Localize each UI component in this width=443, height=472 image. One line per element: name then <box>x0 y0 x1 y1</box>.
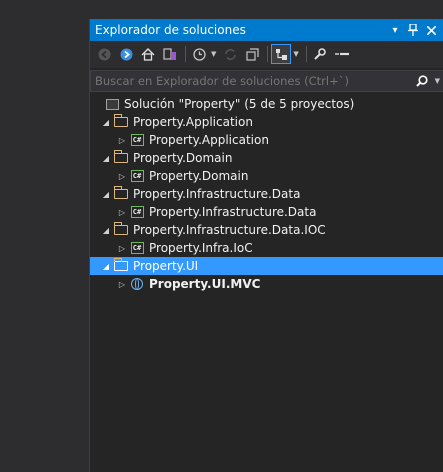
project-label: Property.Infrastructure.Data <box>149 205 317 219</box>
tree-solution-node[interactable]: Solución "Property" (5 de 5 proyectos) <box>90 95 443 113</box>
solution-tree: Solución "Property" (5 de 5 proyectos) ◢… <box>90 95 443 293</box>
folder-label: Property.Infrastructure.Data.IOC <box>133 223 326 237</box>
collapsed-arrow-icon[interactable]: ▷ <box>115 205 129 219</box>
tree-project-node[interactable]: ▷ C# Property.Infra.IoC <box>90 239 443 257</box>
search-options-dropdown-icon[interactable]: ▼ <box>435 77 440 85</box>
pin-icon[interactable] <box>406 23 420 37</box>
panel-titlebar: Explorador de soluciones ▾ <box>90 19 443 41</box>
close-icon[interactable] <box>424 23 438 37</box>
switch-views-icon[interactable] <box>160 44 180 64</box>
expanded-arrow-icon[interactable]: ◢ <box>99 223 113 237</box>
solution-label: Solución "Property" (5 de 5 proyectos) <box>124 97 355 111</box>
show-all-files-dropdown-icon[interactable]: ▼ <box>293 50 298 58</box>
expanded-arrow-icon[interactable]: ◢ <box>99 115 113 129</box>
folder-icon <box>113 186 129 201</box>
csharp-project-icon: C# <box>129 169 145 183</box>
tree-folder-node[interactable]: ◢ Property.Domain <box>90 149 443 167</box>
tree-folder-node[interactable]: ◢ Property.Infrastructure.Data.IOC <box>90 221 443 239</box>
tree-folder-node[interactable]: ◢ Property.Application <box>90 113 443 131</box>
expanded-arrow-icon[interactable]: ◢ <box>99 187 113 201</box>
home-icon[interactable] <box>138 44 158 64</box>
folder-icon <box>113 222 129 237</box>
toolbar-separator <box>267 46 269 62</box>
solution-icon <box>104 97 120 111</box>
collapsed-arrow-icon[interactable]: ▷ <box>115 169 129 183</box>
collapsed-arrow-icon[interactable]: ▷ <box>115 277 129 291</box>
panel-toolbar: ▼ ▼ <box>90 41 443 68</box>
tree-folder-node-selected[interactable]: ◢ Property.UI <box>90 257 443 275</box>
solution-explorer-panel: Explorador de soluciones ▾ ▼ ▼ Buscar en… <box>89 19 443 472</box>
history-dropdown-icon[interactable]: ▼ <box>211 50 216 58</box>
collapsed-arrow-icon[interactable]: ▷ <box>115 133 129 147</box>
tree-project-node[interactable]: ▷ C# Property.Infrastructure.Data <box>90 203 443 221</box>
tree-folder-node[interactable]: ◢ Property.Infrastructure.Data <box>90 185 443 203</box>
toolbar-separator <box>305 46 307 62</box>
web-project-icon <box>129 277 145 291</box>
project-label: Property.Application <box>149 133 269 147</box>
folder-label: Property.Infrastructure.Data <box>133 187 301 201</box>
forward-icon[interactable] <box>116 44 136 64</box>
dropdown-arrow-icon[interactable]: ▾ <box>388 23 402 37</box>
folder-icon <box>113 114 129 129</box>
collapse-all-icon[interactable] <box>242 44 262 64</box>
sync-icon[interactable] <box>220 44 240 64</box>
expanded-arrow-icon[interactable]: ◢ <box>99 151 113 165</box>
collapsed-arrow-icon[interactable]: ▷ <box>115 241 129 255</box>
search-box: ▼ <box>90 70 443 92</box>
back-icon[interactable] <box>94 44 114 64</box>
csharp-project-icon: C# <box>129 241 145 255</box>
folder-icon <box>113 258 129 273</box>
show-all-files-icon[interactable] <box>271 44 292 64</box>
panel-title: Explorador de soluciones <box>95 23 246 37</box>
properties-icon[interactable] <box>310 44 330 64</box>
folder-icon <box>113 150 129 165</box>
csharp-project-icon: C# <box>129 205 145 219</box>
folder-label: Property.UI <box>133 259 199 273</box>
expanded-arrow-icon[interactable]: ◢ <box>99 259 113 273</box>
csharp-project-icon: C# <box>129 133 145 147</box>
tree-project-node[interactable]: ▷ C# Property.Domain <box>90 167 443 185</box>
search-input[interactable] <box>91 74 409 88</box>
tree-project-node[interactable]: ▷ C# Property.Application <box>90 131 443 149</box>
history-icon[interactable] <box>189 44 209 64</box>
editor-gutter <box>0 0 89 472</box>
project-label-startup: Property.UI.MVC <box>149 277 261 291</box>
tree-project-node[interactable]: ▷ Property.UI.MVC <box>90 275 443 293</box>
folder-label: Property.Application <box>133 115 253 129</box>
folder-label: Property.Domain <box>133 151 233 165</box>
search-icon[interactable] <box>409 75 435 87</box>
toolbar-separator <box>185 46 186 62</box>
project-label: Property.Infra.IoC <box>149 241 253 255</box>
preview-icon[interactable] <box>332 44 352 64</box>
project-label: Property.Domain <box>149 169 249 183</box>
